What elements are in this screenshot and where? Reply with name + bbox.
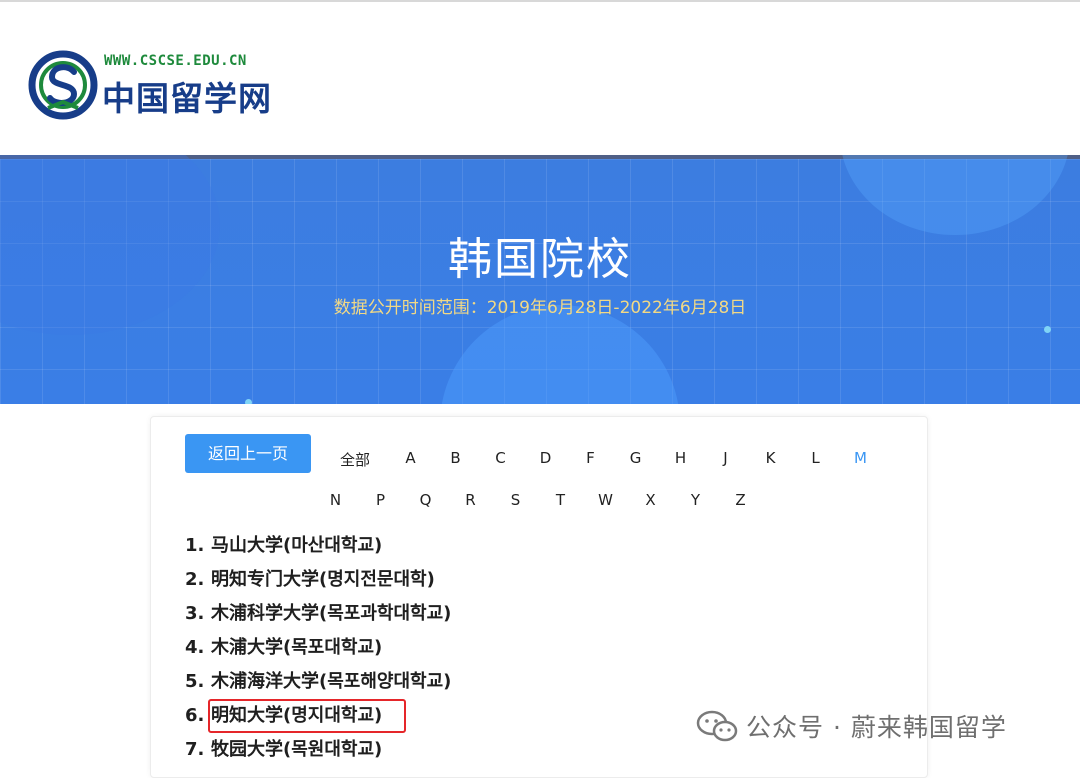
wechat-watermark: 公众号 · 蔚来韩国留学 [696,708,1007,744]
cscse-logo-icon[interactable] [28,50,98,120]
banner-dot [1044,326,1051,333]
back-button[interactable]: 返回上一页 [185,434,311,473]
filter-letter-s[interactable]: S [493,491,538,509]
university-list-item[interactable]: 5. 木浦海洋大学(목포해양대학교) [185,665,451,699]
letter-filter-row-1: ABCDFGHJKLM [388,449,883,467]
university-name-link[interactable]: 马山大学(마산대학교) [211,535,382,556]
filter-letter-d[interactable]: D [523,449,568,467]
wechat-icon [696,710,738,742]
filter-letter-c[interactable]: C [478,449,523,467]
filter-letter-l[interactable]: L [793,449,838,467]
filter-letter-b[interactable]: B [433,449,478,467]
university-name-link[interactable]: 明知专门大学(명지전문대학) [211,569,435,590]
filter-letter-m[interactable]: M [838,449,883,467]
filter-letter-z[interactable]: Z [718,491,763,509]
watermark-text: 公众号 · 蔚来韩国留学 [746,713,1007,742]
filter-all-link[interactable]: 全部 [331,449,379,470]
filter-letter-p[interactable]: P [358,491,403,509]
university-name-link[interactable]: 牧园大学(목원대학교) [211,739,382,760]
university-number: 2. [185,569,205,590]
university-number: 7. [185,739,205,760]
hero-banner: 韩国院校 数据公开时间范围：2019年6月28日-2022年6月28日 [0,155,1080,404]
filter-letter-a[interactable]: A [388,449,433,467]
filter-letter-g[interactable]: G [613,449,658,467]
university-number: 3. [185,603,205,624]
banner-dot [245,399,252,404]
filter-letter-w[interactable]: W [583,491,628,509]
university-list-item[interactable]: 7. 牧园大学(목원대학교) [185,733,451,767]
filter-letter-t[interactable]: T [538,491,583,509]
filter-letter-h[interactable]: H [658,449,703,467]
university-number: 1. [185,535,205,556]
logo-url-text: WWW.CSCSE.EDU.CN [104,53,247,69]
university-list-item[interactable]: 4. 木浦大学(목포대학교) [185,631,451,665]
filter-letter-j[interactable]: J [703,449,748,467]
filter-letter-r[interactable]: R [448,491,493,509]
highlight-box [208,699,406,733]
site-header: WWW.CSCSE.EDU.CN 中国留学网 [0,2,1080,155]
university-list-item[interactable]: 3. 木浦科学大学(목포과학대학교) [185,597,451,631]
filter-letter-k[interactable]: K [748,449,793,467]
university-number: 4. [185,637,205,658]
filter-letter-n[interactable]: N [313,491,358,509]
university-number: 5. [185,671,205,692]
letter-filter-row-2: NPQRSTWXYZ [313,491,763,509]
university-name-link[interactable]: 木浦科学大学(목포과학대학교) [211,603,451,624]
filter-letter-f[interactable]: F [568,449,613,467]
page-title: 韩国院校 [448,234,632,285]
date-range-subtitle: 数据公开时间范围：2019年6月28日-2022年6月28日 [333,298,747,318]
filter-letter-q[interactable]: Q [403,491,448,509]
university-name-link[interactable]: 木浦海洋大学(목포해양대학교) [211,671,451,692]
university-name-link[interactable]: 木浦大学(목포대학교) [211,637,382,658]
university-list-item[interactable]: 1. 马山大学(마산대학교) [185,529,451,563]
filter-letter-x[interactable]: X [628,491,673,509]
university-list-item[interactable]: 2. 明知专门大学(명지전문대학) [185,563,451,597]
logo-name-text: 中国留学网 [102,79,272,118]
filter-letter-y[interactable]: Y [673,491,718,509]
